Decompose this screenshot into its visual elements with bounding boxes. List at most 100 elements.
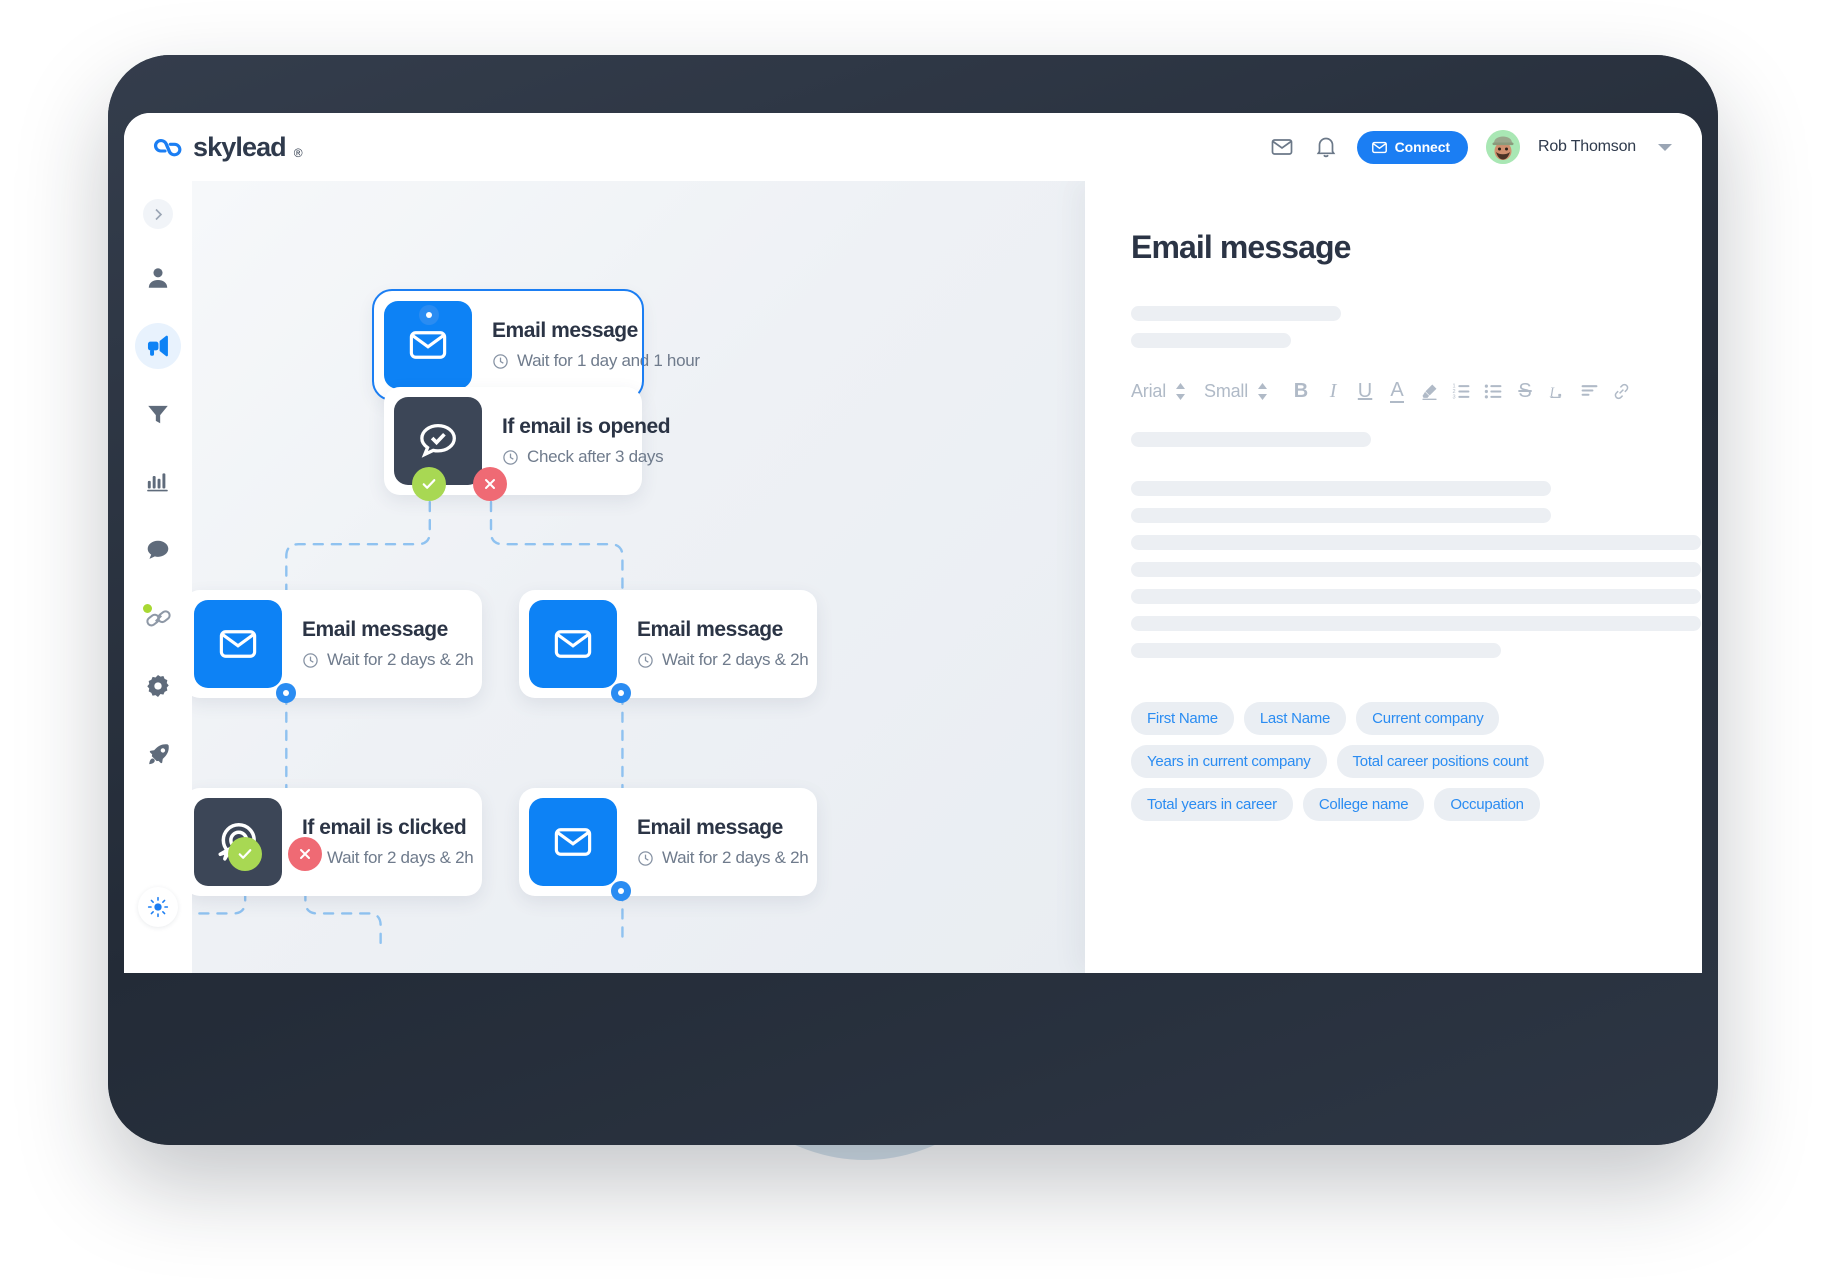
chevron-updown-icon <box>1175 382 1186 400</box>
tag-college-name[interactable]: College name <box>1302 788 1425 821</box>
clock-icon <box>638 850 653 866</box>
theme-toggle-button[interactable] <box>138 887 178 927</box>
bullet-list-icon <box>1484 384 1501 398</box>
flow-badge-yes-2[interactable] <box>228 837 262 871</box>
skylead-cloud-icon <box>153 138 182 156</box>
flow-node-email-1[interactable]: Email message Wait for 1 day and 1 hour <box>372 289 700 401</box>
flow-connector-dot-3[interactable] <box>611 683 631 703</box>
envelope-icon <box>194 600 282 688</box>
workflow-canvas[interactable]: Email message Wait for 1 day and 1 hour <box>192 181 1085 973</box>
ordered-list-icon: 1 2 3 <box>1452 383 1469 400</box>
skeleton-line <box>1131 481 1551 496</box>
bullet-list-button[interactable] <box>1478 376 1508 406</box>
flow-badge-no-1[interactable] <box>473 467 507 501</box>
flow-node-email-4[interactable]: Email message Wait for 2 days & 2h <box>519 788 817 896</box>
skeleton-line <box>1131 333 1291 348</box>
sidebar-item-launch[interactable] <box>135 731 181 777</box>
brand-logo[interactable]: skylead ® <box>152 132 305 163</box>
chevron-down-icon[interactable] <box>1658 143 1672 151</box>
tag-occupation[interactable]: Occupation <box>1434 788 1540 821</box>
close-icon <box>485 479 495 489</box>
align-left-icon <box>1581 384 1597 396</box>
bold-button[interactable]: B <box>1286 376 1316 406</box>
app-body: Email message Wait for 1 day and 1 hour <box>124 181 1702 973</box>
skeleton-line <box>1131 535 1701 550</box>
envelope-icon <box>529 798 617 886</box>
skeleton-line <box>1131 643 1501 658</box>
brand-name: skylead <box>193 131 287 162</box>
connect-button[interactable]: Connect <box>1356 130 1468 164</box>
italic-glyph: I <box>1329 379 1337 402</box>
user-avatar-icon <box>1485 130 1520 164</box>
clock-icon <box>303 652 318 668</box>
clock-icon <box>503 449 518 465</box>
tag-first-name[interactable]: First Name <box>1131 702 1234 735</box>
chevron-updown-icon <box>1257 382 1268 400</box>
font-family-select[interactable]: Arial <box>1131 381 1186 402</box>
font-color-button[interactable]: A <box>1382 376 1412 406</box>
flow-node-title: Email message <box>637 618 783 641</box>
envelope-icon[interactable] <box>1269 134 1295 160</box>
sidebar <box>124 181 192 973</box>
flow-node-subtitle: Wait for 2 days & 2h <box>637 650 809 670</box>
ordered-list-button[interactable]: 1 2 3 <box>1446 376 1476 406</box>
skeleton-line <box>1131 616 1701 631</box>
strikethrough-button[interactable]: S <box>1510 376 1540 406</box>
sun-icon <box>147 896 169 918</box>
skeleton-body-group <box>1131 432 1701 658</box>
sidebar-item-leads[interactable] <box>135 255 181 301</box>
flow-node-email-2[interactable]: Email message Wait for 2 days & 2h <box>192 590 482 698</box>
flow-node-subtitle: Wait for 2 days & 2h <box>637 848 809 868</box>
tag-years-in-current-company[interactable]: Years in current company <box>1131 745 1327 778</box>
align-button[interactable] <box>1574 376 1604 406</box>
megaphone-icon <box>147 335 168 357</box>
flow-node-email-3[interactable]: Email message Wait for 2 days & 2h <box>519 590 817 698</box>
chevron-right-icon <box>154 208 162 220</box>
underline-glyph: U <box>1357 379 1373 402</box>
sidebar-expand-button[interactable] <box>143 199 173 229</box>
sidebar-item-analytics[interactable] <box>135 459 181 505</box>
avatar[interactable] <box>1485 130 1520 164</box>
clock-icon <box>638 652 653 668</box>
svg-text:3: 3 <box>1452 394 1455 400</box>
flow-connector-dot-4[interactable] <box>611 881 631 901</box>
flow-connector-dot-2[interactable] <box>276 683 296 703</box>
brand-registered-mark: ® <box>293 146 303 160</box>
gear-icon <box>147 674 169 698</box>
person-icon <box>148 268 168 288</box>
flow-node-title: If email is opened <box>502 415 671 438</box>
editor-toolbar: Arial Small B I U A 1 2 3 S I <box>1131 376 1656 406</box>
flow-node-title: Email message <box>492 319 638 342</box>
tag-total-career-positions-count[interactable]: Total career positions count <box>1336 745 1545 778</box>
link-button[interactable] <box>1606 376 1636 406</box>
flow-node-title: Email message <box>637 816 783 839</box>
chat-bubble-icon <box>147 540 169 559</box>
tag-total-years-in-career[interactable]: Total years in career <box>1131 788 1293 821</box>
tag-current-company[interactable]: Current company <box>1356 702 1500 735</box>
tag-last-name[interactable]: Last Name <box>1243 702 1347 735</box>
flow-node-subtitle: Wait for 1 day and 1 hour <box>492 351 700 371</box>
sidebar-item-inbox[interactable] <box>135 527 181 573</box>
font-size-select[interactable]: Small <box>1204 381 1268 402</box>
top-bar-actions: Connect Rob Thomson <box>1269 130 1672 164</box>
sidebar-item-integrations[interactable] <box>135 595 181 641</box>
clear-format-button[interactable]: I <box>1542 376 1572 406</box>
underline-button[interactable]: U <box>1350 376 1380 406</box>
skeleton-subject-group <box>1131 306 1656 348</box>
skeleton-line <box>1131 306 1341 321</box>
sidebar-item-settings[interactable] <box>135 663 181 709</box>
flow-node-subtitle: Check after 3 days <box>502 447 670 467</box>
sidebar-item-filters[interactable] <box>135 391 181 437</box>
flow-node-subtitle: Wait for 2 days & 2h <box>302 848 474 868</box>
highlight-button[interactable] <box>1414 376 1444 406</box>
bell-icon[interactable] <box>1313 134 1339 160</box>
flow-badge-no-2[interactable] <box>288 837 322 871</box>
user-name: Rob Thomson <box>1537 138 1636 155</box>
envelope-icon <box>529 600 617 688</box>
flow-badge-yes-1[interactable] <box>412 467 446 501</box>
app-window: skylead ® Connect Rob Thomson Email mess… <box>124 113 1702 973</box>
flow-connector-dot-1[interactable] <box>419 305 439 325</box>
sidebar-item-campaigns[interactable] <box>135 323 181 369</box>
check-icon <box>238 849 252 859</box>
italic-button[interactable]: I <box>1318 376 1348 406</box>
